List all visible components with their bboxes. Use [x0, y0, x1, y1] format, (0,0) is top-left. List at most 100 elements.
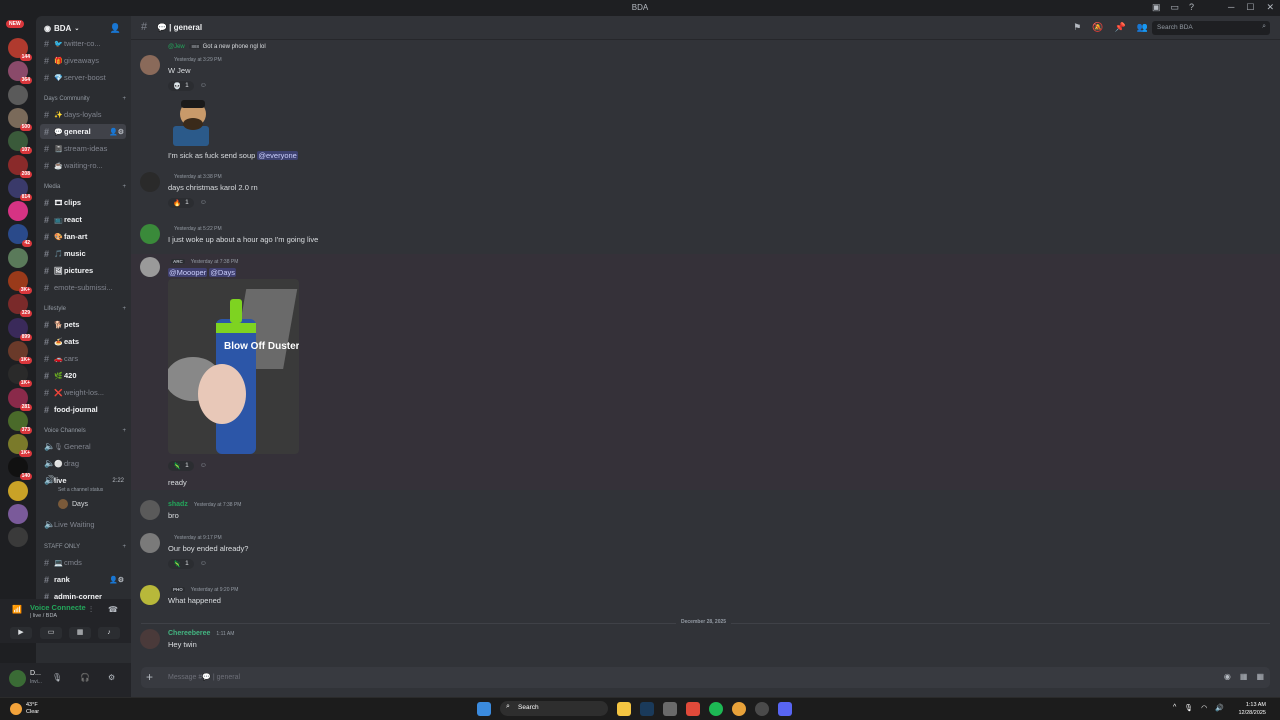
server-icon[interactable]: 1K+ [8, 340, 32, 364]
reaction[interactable]: 🔥 1 [168, 197, 194, 208]
voice-location[interactable]: | live / BDA [30, 613, 57, 619]
channel-pictures[interactable]: ▶#🖼pictures [40, 263, 126, 278]
avatar[interactable] [9, 670, 26, 687]
message-author[interactable]: Yesterday at 5:22 PM [168, 225, 222, 232]
activities-button[interactable]: ▦ [69, 627, 91, 639]
brave-icon[interactable] [686, 701, 700, 716]
voice-channel-live[interactable]: 🔊 live 2:22 [40, 473, 126, 488]
channel-cars[interactable]: # 🚗 cars [40, 351, 126, 366]
voice-channel-general[interactable]: 🔈 🎙 General [40, 439, 126, 454]
file-explorer-icon[interactable] [617, 701, 631, 716]
message-author[interactable]: shadz Yesterday at 7:38 PM [168, 501, 241, 508]
help-icon[interactable]: ? [1189, 2, 1194, 13]
member-list-icon[interactable]: 👥 [1137, 22, 1148, 33]
inbox-icon[interactable]: ▣ [1152, 2, 1161, 13]
avatar[interactable] [140, 257, 160, 277]
avatar[interactable] [140, 172, 160, 192]
avatar[interactable] [140, 224, 160, 244]
channel-cmds[interactable]: # 💻 cmds [40, 555, 126, 570]
channel-music[interactable]: ▶#🎵music [40, 246, 126, 261]
chevron-up-icon[interactable]: ^ [1173, 704, 1176, 712]
message-author[interactable]: Yesterday at 3:38 PM [168, 173, 222, 180]
message-author[interactable]: ARC Yesterday at 7:38 PM [168, 258, 238, 265]
mention[interactable]: @everyone [257, 151, 298, 160]
channel-eats[interactable]: ▶#🍝eats [40, 334, 126, 349]
settings-icon[interactable]: 👤⚙ [109, 576, 124, 584]
steam-icon[interactable] [640, 701, 654, 716]
close-button[interactable]: ✕ [1266, 2, 1274, 13]
minimize-button[interactable]: ─ [1228, 2, 1234, 13]
channel-server-boost[interactable]: # 💎 server-boost [40, 70, 126, 85]
avatar[interactable] [140, 533, 160, 553]
maximize-button[interactable]: ☐ [1246, 2, 1254, 13]
discord-icon[interactable] [778, 701, 792, 716]
category-lifestyle[interactable]: Lifestyle + [44, 306, 126, 312]
category-days-community[interactable]: Days Community + [44, 96, 126, 102]
screen-share-icon[interactable]: ▭ [1170, 2, 1179, 13]
taskbar-search[interactable]: ⌕ Search [500, 701, 608, 716]
mic-icon[interactable]: 🎙 [1184, 704, 1193, 712]
channel-days-loyals[interactable]: # ✨ days-loyals [40, 107, 126, 122]
add-reaction-icon[interactable]: ☺ [200, 82, 207, 89]
emoji-icon[interactable]: ▦ [1256, 672, 1264, 681]
channel-twitter[interactable]: # 🐦 twitter-co... [40, 36, 126, 51]
reaction[interactable]: 💀 1 [168, 80, 194, 91]
screen-share-button[interactable]: ▭ [40, 627, 62, 639]
start-icon[interactable] [477, 701, 491, 716]
channel-food-journal[interactable]: ▶#food-journal [40, 402, 126, 417]
channel-clips[interactable]: ▶#🎞clips [40, 195, 126, 210]
message-author[interactable]: Yesterday at 3:29 PM [168, 56, 222, 63]
add-channel-icon[interactable]: + [122, 544, 126, 550]
notifications-icon[interactable]: 🔕 [1092, 22, 1103, 33]
server-icon[interactable]: 899 [8, 317, 32, 341]
message-author[interactable]: PHO Yesterday at 9:20 PM [168, 586, 238, 593]
message-image[interactable]: Blow Off Duster [168, 279, 299, 454]
voice-channel-live-waiting[interactable]: 🔈 Live Waiting [40, 517, 126, 532]
add-channel-icon[interactable]: + [122, 306, 126, 312]
signal-icon[interactable]: 📶 [12, 605, 22, 614]
message-input[interactable]: Message #💬 | general [168, 673, 240, 681]
add-channel-icon[interactable]: + [122, 184, 126, 190]
spotify-icon[interactable] [709, 701, 723, 716]
add-channel-icon[interactable]: + [122, 96, 126, 102]
volume-icon[interactable]: 🔊 [1215, 704, 1224, 712]
sticker-image[interactable] [169, 96, 217, 146]
server-icon[interactable]: 208 [8, 154, 32, 178]
channel-waiting-room[interactable]: # ☕ waiting-ro... [40, 158, 126, 173]
voice-user[interactable]: Days [58, 499, 88, 509]
channel-weight-loss[interactable]: # ❌ weight-los... [40, 385, 126, 400]
server-icon[interactable]: 144 [8, 38, 32, 61]
server-icon[interactable]: 107 [8, 131, 32, 155]
wifi-icon[interactable]: ◠ [1201, 704, 1207, 712]
threads-icon[interactable]: ⚑ [1073, 22, 1081, 33]
server-icon[interactable]: 281 [8, 387, 32, 411]
server-icon[interactable]: 1K+ [8, 434, 32, 458]
channel-react[interactable]: ▶#📺react [40, 212, 126, 227]
server-icon[interactable]: 3K+ [8, 271, 32, 294]
channel-rank[interactable]: ▶#rank👤⚙ [40, 572, 126, 587]
channel-fan-art[interactable]: ▶#🎨fan-art [40, 229, 126, 244]
server-icon[interactable] [8, 84, 28, 105]
server-icon[interactable] [8, 201, 28, 222]
category-voice-channels[interactable]: Voice Channels + [44, 428, 126, 434]
obs-icon[interactable] [755, 701, 769, 716]
user-name[interactable]: D... [30, 670, 41, 677]
add-member-icon[interactable]: 👤 [110, 23, 121, 34]
server-icon[interactable]: 329 [8, 294, 32, 318]
add-channel-icon[interactable]: + [122, 428, 126, 434]
noise-suppression-icon[interactable]: ⫶ [90, 605, 92, 615]
server-icon[interactable] [8, 527, 28, 548]
search-input[interactable]: Search BDA ⌕ [1152, 21, 1270, 35]
server-icon[interactable] [8, 480, 28, 501]
chrome-icon[interactable] [732, 701, 746, 716]
disconnect-icon[interactable]: ☎ [108, 605, 118, 614]
soundboard-button[interactable]: ♪ [98, 627, 120, 639]
reply-preview[interactable]: @Jew 888 Got a new phone ngl lol [168, 44, 266, 50]
channel-general[interactable]: # 💬 general 👤⚙ [40, 124, 126, 139]
reaction[interactable]: 🦎 1 [168, 460, 194, 471]
server-icon[interactable] [8, 247, 28, 268]
server-icon[interactable]: 140 [8, 457, 32, 481]
avatar[interactable] [140, 585, 160, 605]
channel-pets[interactable]: ▶#🐕pets [40, 317, 126, 332]
microphone-icon[interactable]: 🎙 [52, 673, 62, 682]
